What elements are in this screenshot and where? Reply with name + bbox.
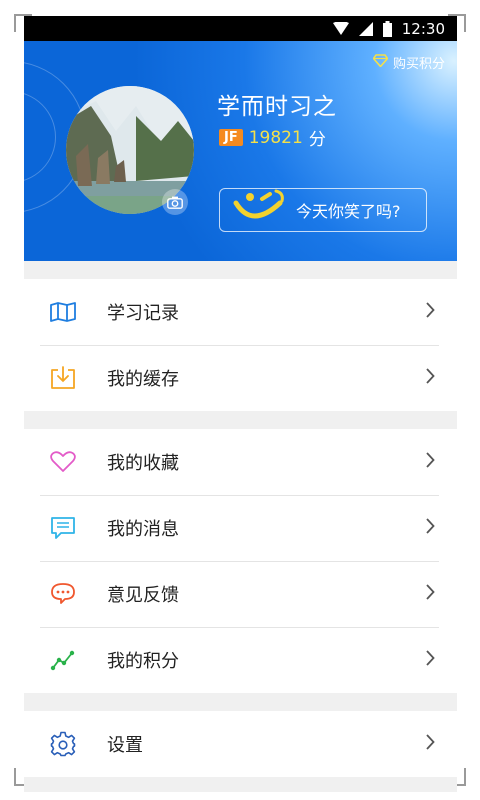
menu-item-favorites[interactable]: 我的收藏 — [24, 429, 457, 495]
menu-item-label: 我的缓存 — [107, 369, 179, 390]
battery-icon — [382, 20, 392, 37]
menu-item-label: 我的收藏 — [107, 453, 179, 474]
chevron-right-icon — [425, 584, 435, 604]
chevron-right-icon — [425, 734, 435, 754]
camera-icon[interactable] — [162, 189, 188, 215]
chevron-right-icon — [425, 452, 435, 472]
menu-item-label: 我的积分 — [107, 651, 179, 672]
profile-header: 购买积分 学而时习之 JF 19821 分 今天你笑了吗? — [24, 41, 457, 261]
menu-item-label: 意见反馈 — [107, 585, 179, 606]
status-time: 12:30 — [401, 19, 445, 38]
feedback-icon — [46, 577, 80, 611]
gear-icon — [46, 727, 80, 761]
smiley-icon — [232, 189, 288, 231]
download-icon — [46, 361, 80, 395]
points-value: 19821 — [248, 127, 303, 148]
menu-item-my-cache[interactable]: 我的缓存 — [24, 345, 457, 411]
points-display: JF 19821 分 — [219, 125, 326, 150]
jf-badge: JF — [219, 129, 243, 146]
heart-icon — [46, 445, 80, 479]
chevron-right-icon — [425, 650, 435, 670]
username: 学而时习之 — [217, 94, 337, 120]
phone-screen: 12:30 购买积分 学而时习之 JF 19821 分 今天你笑了吗? 学习记录… — [24, 16, 457, 792]
menu-item-settings[interactable]: 设置 — [24, 711, 457, 777]
menu-group: 学习记录 我的缓存 — [24, 279, 457, 411]
menu-item-label: 学习记录 — [107, 303, 179, 324]
message-icon — [46, 511, 80, 545]
wifi-icon — [332, 22, 349, 35]
menu-item-messages[interactable]: 我的消息 — [24, 495, 457, 561]
menu-item-label: 我的消息 — [107, 519, 179, 540]
points-chart-icon — [46, 643, 80, 677]
chevron-right-icon — [425, 518, 435, 538]
menu-item-label: 设置 — [107, 735, 143, 756]
mood-button[interactable]: 今天你笑了吗? — [219, 188, 427, 232]
points-unit: 分 — [308, 130, 326, 150]
buy-points-button[interactable]: 购买积分 — [372, 53, 445, 72]
diamond-icon — [372, 54, 389, 71]
signal-icon — [358, 21, 373, 36]
menu-item-my-points[interactable]: 我的积分 — [24, 627, 457, 693]
map-icon — [46, 295, 80, 329]
buy-points-label: 购买积分 — [392, 57, 445, 72]
menu-group: 设置 — [24, 711, 457, 777]
menu-item-study-record[interactable]: 学习记录 — [24, 279, 457, 345]
mood-prompt: 今天你笑了吗? — [296, 202, 401, 221]
menu-group: 我的收藏 我的消息 意见反馈 我的积分 — [24, 429, 457, 693]
chevron-right-icon — [425, 368, 435, 388]
status-bar: 12:30 — [24, 16, 457, 41]
menu-item-feedback[interactable]: 意见反馈 — [24, 561, 457, 627]
chevron-right-icon — [425, 302, 435, 322]
